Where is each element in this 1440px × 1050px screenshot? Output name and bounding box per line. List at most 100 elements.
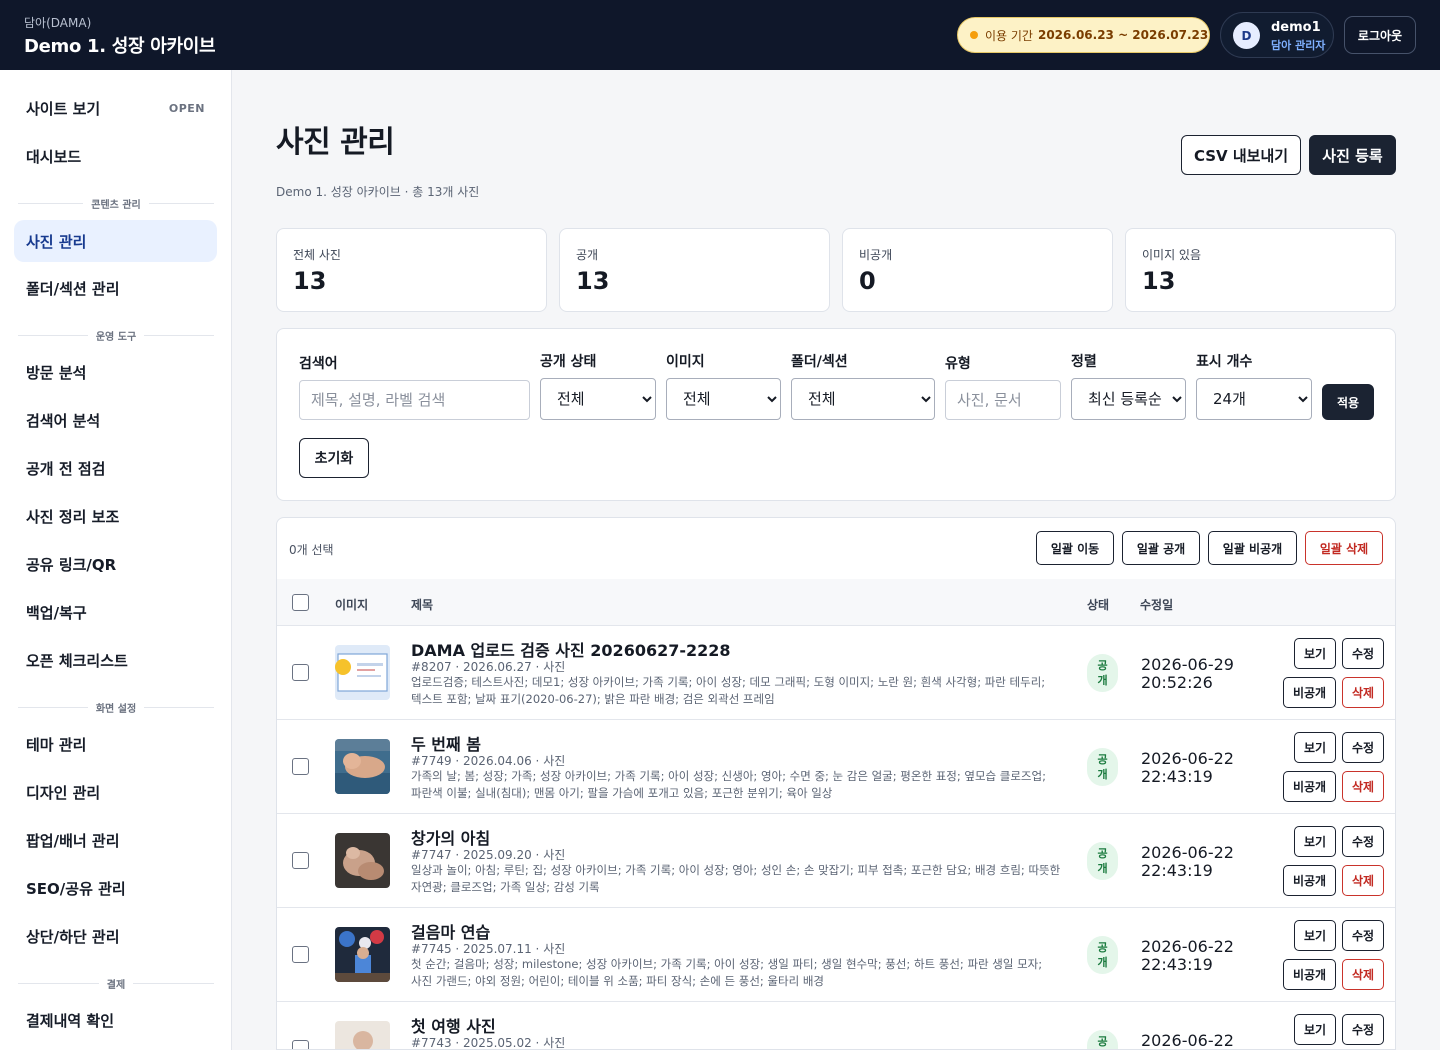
stat-label: 공개 [576, 248, 599, 262]
photo-thumbnail[interactable] [335, 1021, 390, 1049]
csv-export-button[interactable]: CSV 내보내기 [1181, 135, 1301, 175]
make-private-button[interactable]: 비공개 [1283, 677, 1336, 708]
sidebar-item-share[interactable]: 공유 링크/QR [14, 543, 217, 585]
row-meta: #7743 · 2025.05.02 · 사진 [411, 1036, 566, 1050]
sidebar-item-visits[interactable]: 방문 분석 [14, 351, 217, 393]
image-filter-select[interactable]: 전체 [666, 378, 781, 420]
sidebar-item-site-view[interactable]: 사이트 보기 OPEN [14, 87, 217, 129]
delete-button[interactable]: 삭제 [1342, 865, 1384, 896]
row-meta: #7747 · 2025.09.20 · 사진 [411, 848, 566, 862]
photo-thumbnail[interactable] [335, 927, 390, 982]
table-row: DAMA 업로드 검증 사진 20260627-2228 #8207 · 202… [277, 626, 1395, 720]
sidebar-item-folders[interactable]: 폴더/섹션 관리 [14, 267, 217, 309]
row-meta: #7749 · 2026.04.06 · 사진 [411, 754, 566, 768]
edit-button[interactable]: 수정 [1342, 732, 1384, 763]
sidebar-section-display: 화면 설정 [18, 700, 214, 715]
row-updated: 2026-06-29 20:52:26 [1141, 655, 1234, 692]
apply-filter-button[interactable]: 적용 [1322, 384, 1374, 420]
sidebar-item-seo[interactable]: SEO/공유 관리 [14, 867, 217, 909]
row-checkbox[interactable] [292, 946, 309, 963]
edit-button[interactable]: 수정 [1342, 920, 1384, 951]
type-filter-input[interactable] [945, 380, 1061, 420]
sort-select[interactable]: 최신 등록순 [1071, 378, 1186, 420]
sidebar-item-search-terms[interactable]: 검색어 분석 [14, 399, 217, 441]
logout-button[interactable]: 로그아웃 [1344, 16, 1416, 54]
top-bar: 담아(DAMA) Demo 1. 성장 아카이브 이용 기간 2026.06.2… [0, 0, 1440, 70]
bulk-delete-button[interactable]: 일괄 삭제 [1305, 531, 1383, 565]
type-filter-label: 유형 [945, 356, 971, 372]
view-button[interactable]: 보기 [1294, 1014, 1336, 1045]
sidebar-item-design[interactable]: 디자인 관리 [14, 771, 217, 813]
sidebar-item-label: 사이트 보기 [26, 99, 101, 118]
status-filter-select[interactable]: 전체 [540, 378, 656, 420]
status-badge: 공개 [1087, 1030, 1118, 1049]
bulk-public-button[interactable]: 일괄 공개 [1122, 531, 1200, 565]
table-header: 이미지 제목 상태 수정일 [277, 579, 1395, 626]
reset-filter-button[interactable]: 초기화 [299, 438, 369, 478]
photo-list: 0개 선택 일괄 이동 일괄 공개 일괄 비공개 일괄 삭제 이미지 제목 상태… [276, 517, 1396, 1050]
status-badge: 공개 [1087, 936, 1118, 974]
sidebar-item-backup[interactable]: 백업/복구 [14, 591, 217, 633]
stat-value: 13 [1142, 267, 1176, 295]
stat-card-private: 비공개 0 [842, 228, 1113, 312]
status-filter-label: 공개 상태 [540, 354, 597, 370]
table-row: 걸음마 연습 #7745 · 2025.07.11 · 사진 첫 순간; 걸음마… [277, 908, 1395, 1002]
stat-label: 이미지 있음 [1142, 248, 1202, 262]
bulk-move-button[interactable]: 일괄 이동 [1036, 531, 1114, 565]
photo-thumbnail[interactable] [335, 739, 390, 794]
delete-button[interactable]: 삭제 [1342, 771, 1384, 802]
view-button[interactable]: 보기 [1294, 826, 1336, 857]
edit-button[interactable]: 수정 [1342, 826, 1384, 857]
stat-value: 13 [293, 267, 327, 295]
page-subtitle: Demo 1. 성장 아카이브 · 총 13개 사진 [276, 185, 480, 199]
brand-title[interactable]: Demo 1. 성장 아카이브 [24, 32, 216, 58]
search-input[interactable] [299, 380, 530, 420]
view-button[interactable]: 보기 [1294, 732, 1336, 763]
table-row: 두 번째 봄 #7749 · 2026.04.06 · 사진 가족의 날; 봄;… [277, 720, 1395, 814]
row-description: 첫 순간; 걸음마; 성장; milestone; 성장 아카이브; 가족 기록… [411, 957, 1043, 988]
row-checkbox[interactable] [292, 758, 309, 775]
row-checkbox[interactable] [292, 1040, 309, 1049]
edit-button[interactable]: 수정 [1342, 638, 1384, 669]
search-label: 검색어 [299, 356, 338, 372]
user-role: 담아 관리자 [1271, 39, 1326, 52]
view-button[interactable]: 보기 [1294, 920, 1336, 951]
make-private-button[interactable]: 비공개 [1283, 771, 1336, 802]
page-size-select[interactable]: 24개 [1196, 378, 1312, 420]
make-private-button[interactable]: 비공개 [1283, 959, 1336, 990]
add-photo-button[interactable]: 사진 등록 [1309, 135, 1396, 175]
sidebar-item-dashboard[interactable]: 대시보드 [14, 135, 217, 177]
view-button[interactable]: 보기 [1294, 638, 1336, 669]
photo-thumbnail[interactable] [335, 833, 390, 888]
make-private-button[interactable]: 비공개 [1283, 865, 1336, 896]
column-updated: 수정일 [1140, 598, 1174, 612]
sidebar-item-photos[interactable]: 사진 관리 [14, 220, 217, 262]
row-checkbox[interactable] [292, 852, 309, 869]
edit-button[interactable]: 수정 [1342, 1014, 1384, 1045]
bulk-private-button[interactable]: 일괄 비공개 [1208, 531, 1297, 565]
status-badge: 공개 [1087, 842, 1118, 880]
row-updated: 2026-06-22 22:43:19 [1141, 937, 1234, 974]
folder-filter-select[interactable]: 전체 [791, 378, 935, 420]
subscription-period-badge: 이용 기간 2026.06.23 ~ 2026.07.23 [957, 17, 1210, 53]
sidebar-item-checklist[interactable]: 오픈 체크리스트 [14, 639, 217, 681]
stat-card-public: 공개 13 [559, 228, 830, 312]
select-all-checkbox[interactable] [292, 594, 309, 611]
user-menu[interactable]: D demo1 담아 관리자 [1220, 12, 1334, 58]
photo-thumbnail[interactable] [335, 645, 390, 700]
row-checkbox[interactable] [292, 664, 309, 681]
row-description: 업로드검증; 테스트사진; 데모1; 성장 아카이브; 가족 기록; 아이 성장… [411, 675, 1046, 706]
delete-button[interactable]: 삭제 [1342, 677, 1384, 708]
sidebar-item-header-footer[interactable]: 상단/하단 관리 [14, 915, 217, 957]
selected-count: 0개 선택 [289, 543, 334, 557]
sidebar-item-theme[interactable]: 테마 관리 [14, 723, 217, 765]
sidebar-item-photo-assist[interactable]: 사진 정리 보조 [14, 495, 217, 537]
sidebar-item-pre-check[interactable]: 공개 전 점검 [14, 447, 217, 489]
avatar: D [1233, 22, 1260, 49]
delete-button[interactable]: 삭제 [1342, 959, 1384, 990]
period-dates: 2026.06.23 ~ 2026.07.23 [1037, 28, 1209, 42]
brand-subtitle: 담아(DAMA) [24, 16, 92, 30]
sidebar-item-popup[interactable]: 팝업/배너 관리 [14, 819, 217, 861]
sidebar-item-payments[interactable]: 결제내역 확인 [14, 999, 217, 1041]
sidebar-section-content: 콘텐츠 관리 [18, 196, 214, 211]
